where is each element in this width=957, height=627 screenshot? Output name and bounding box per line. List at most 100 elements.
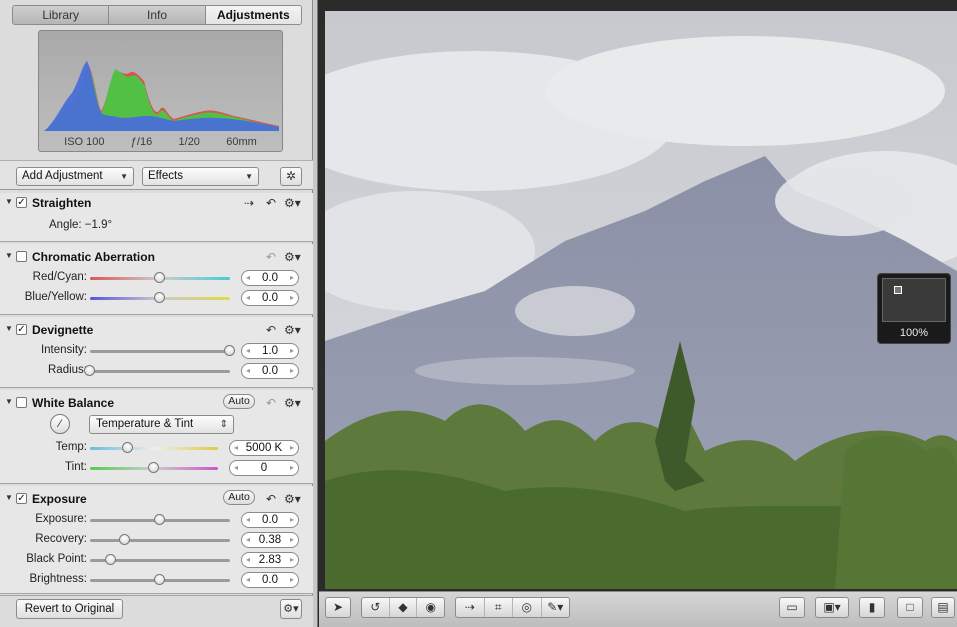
intensity-value[interactable]: ◂ 1.0 ▸ — [241, 343, 299, 359]
exposure-value-text: 0.0 — [262, 514, 278, 526]
lift-icon[interactable]: ◆ — [390, 598, 418, 617]
exposure-section: ▼ ✓ Exposure Auto ↶ ⚙▾ Exposure: ◂ 0.0 ▸ R… — [0, 486, 313, 594]
brightness-slider-knob[interactable] — [154, 574, 165, 585]
recovery-value[interactable]: ◂ 0.38 ▸ — [241, 532, 299, 548]
photo-canvas[interactable] — [325, 11, 957, 589]
select-tool-button[interactable]: ➤ — [325, 597, 351, 618]
effects-popup[interactable]: Effects ▼ — [142, 167, 259, 186]
adjustment-controls-row: Add Adjustment ▼ Effects ▼ ✲ — [0, 160, 313, 190]
panel-splitter[interactable] — [313, 0, 318, 627]
brightness-value[interactable]: ◂ 0.0 ▸ — [241, 572, 299, 588]
tint-label: Tint: — [65, 461, 87, 473]
disclosure-triangle-icon[interactable]: ▼ — [5, 251, 13, 260]
brush-icon[interactable]: ✎▾ — [542, 598, 570, 617]
tab-info[interactable]: Info — [109, 6, 206, 24]
zoom-level: 100% — [899, 327, 929, 339]
stamp-icon[interactable]: ◉ — [417, 598, 444, 617]
reset-icon[interactable]: ↶ — [266, 196, 276, 210]
reset-icon[interactable]: ↶ — [266, 396, 276, 410]
blue-yellow-label: Blue/Yellow: — [24, 291, 87, 303]
eyedropper-button[interactable]: ⁄ — [50, 414, 70, 434]
disclosure-triangle-icon[interactable]: ▼ — [5, 397, 13, 406]
tab-library[interactable]: Library — [13, 6, 110, 24]
gear-icon[interactable]: ⚙▾ — [284, 250, 301, 264]
single-view-button[interactable]: □ — [897, 597, 923, 618]
white-balance-section: ▼ White Balance Auto ↶ ⚙▾ ⁄ Temperature … — [0, 390, 313, 484]
magic-wand-button[interactable]: ✲ — [280, 167, 302, 186]
revert-to-original-button[interactable]: Revert to Original — [16, 599, 123, 619]
white-balance-checkbox[interactable] — [16, 397, 27, 408]
histogram-graph — [44, 61, 279, 131]
intensity-slider-track[interactable] — [90, 350, 230, 353]
blue-yellow-value[interactable]: ◂ 0.0 ▸ — [241, 290, 299, 306]
exposure-label: Exposure: — [35, 513, 87, 525]
recovery-slider-track[interactable] — [90, 539, 230, 542]
disclosure-triangle-icon[interactable]: ▼ — [5, 197, 13, 206]
temp-value-text: 5000 K — [245, 442, 283, 454]
blue-yellow-slider-knob[interactable] — [154, 292, 165, 303]
zoom-navigator[interactable]: 100% — [877, 273, 951, 344]
add-adjustment-popup[interactable]: Add Adjustment ▼ — [16, 167, 134, 186]
edit-tools-group: ⇢ ⌗ ◎ ✎▾ — [455, 597, 570, 618]
exposure-auto-button[interactable]: Auto — [223, 490, 255, 505]
devignette-checkbox[interactable]: ✓ — [16, 324, 27, 335]
white-balance-mode-label: Temperature & Tint — [96, 418, 194, 430]
straighten-checkbox[interactable]: ✓ — [16, 197, 27, 208]
white-balance-auto-button[interactable]: Auto — [223, 394, 255, 409]
recovery-slider-knob[interactable] — [119, 534, 130, 545]
black-point-value[interactable]: ◂ 2.83 ▸ — [241, 552, 299, 568]
gear-icon[interactable]: ⚙▾ — [284, 323, 301, 337]
disclosure-triangle-icon[interactable]: ▼ — [5, 324, 13, 333]
straighten-tool-icon[interactable]: ⇢ — [456, 598, 485, 617]
photo-image — [325, 11, 957, 589]
red-cyan-value[interactable]: ◂ 0.0 ▸ — [241, 270, 299, 286]
temp-row: Temp: ◂ 5000 K ▸ — [0, 439, 313, 457]
exposure-checkbox[interactable]: ✓ — [16, 493, 27, 504]
rotate-icon[interactable]: ↺ — [362, 598, 390, 617]
temp-label: Temp: — [55, 441, 87, 453]
intensity-label: Intensity: — [40, 344, 87, 356]
red-cyan-value-text: 0.0 — [262, 272, 278, 284]
multi-view-button[interactable]: ▤ — [931, 597, 955, 618]
filmstrip-button[interactable]: ▮ — [859, 597, 885, 618]
radius-slider-track[interactable] — [90, 370, 230, 373]
gear-icon[interactable]: ⚙▾ — [284, 396, 301, 410]
temp-slider-track[interactable] — [90, 447, 218, 450]
temp-value[interactable]: ◂ 5000 K ▸ — [229, 440, 299, 456]
reset-icon[interactable]: ↶ — [266, 492, 276, 506]
image-viewer[interactable] — [319, 5, 957, 591]
gear-menu-button[interactable]: ⚙▾ — [280, 599, 302, 619]
exposure-value[interactable]: ◂ 0.0 ▸ — [241, 512, 299, 528]
exposure-row: Exposure: ◂ 0.0 ▸ — [0, 511, 313, 529]
radius-slider-knob[interactable] — [84, 365, 95, 376]
gear-icon[interactable]: ⚙▾ — [284, 196, 301, 210]
disclosure-triangle-icon[interactable]: ▼ — [5, 493, 13, 502]
temp-slider-knob[interactable] — [122, 442, 134, 453]
compare-button[interactable]: ▣▾ — [815, 597, 849, 618]
crop-icon[interactable]: ⌗ — [485, 598, 513, 617]
red-cyan-slider-knob[interactable] — [154, 272, 165, 283]
tint-value[interactable]: ◂ 0 ▸ — [229, 460, 299, 476]
straighten-header: ▼ ✓ Straighten ⇢ ↶ ⚙▾ — [0, 193, 313, 213]
intensity-slider-knob[interactable] — [224, 345, 235, 356]
chromatic-checkbox[interactable] — [16, 251, 27, 262]
navigator-thumbnail[interactable] — [882, 278, 946, 322]
white-balance-mode-popup[interactable]: Temperature & Tint ⇕ — [89, 415, 234, 434]
reset-icon[interactable]: ↶ — [266, 250, 276, 264]
straighten-icon[interactable]: ⇢ — [244, 196, 254, 210]
exposure-slider-knob[interactable] — [154, 514, 165, 525]
tab-adjustments[interactable]: Adjustments — [205, 6, 301, 24]
tint-slider-knob[interactable] — [148, 462, 159, 473]
gear-icon[interactable]: ⚙▾ — [284, 492, 301, 506]
exposure-header: ▼ ✓ Exposure Auto ↶ ⚙▾ — [0, 489, 313, 509]
black-point-slider-knob[interactable] — [105, 554, 116, 565]
histogram: ISO 100 ƒ/16 1/20 60mm — [38, 30, 283, 152]
viewer-mode-button[interactable]: ▭ — [779, 597, 805, 618]
compare-icon: ▣▾ — [823, 600, 841, 614]
red-cyan-label: Red/Cyan: — [32, 271, 87, 283]
navigator-viewport-marker[interactable] — [894, 286, 902, 294]
red-eye-icon[interactable]: ◎ — [513, 598, 542, 617]
recovery-value-text: 0.38 — [258, 534, 282, 546]
radius-value[interactable]: ◂ 0.0 ▸ — [241, 363, 299, 379]
reset-icon[interactable]: ↶ — [266, 323, 276, 337]
